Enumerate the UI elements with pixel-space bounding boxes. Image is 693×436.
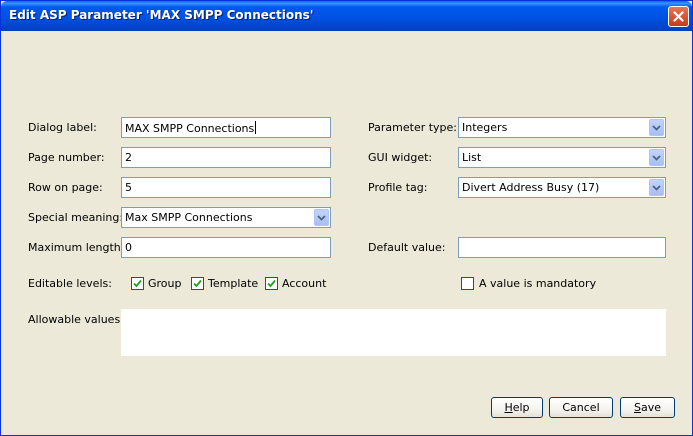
chevron-down-icon bbox=[317, 214, 326, 221]
chevron-down-icon bbox=[652, 154, 661, 161]
parameter-type-select[interactable]: Integers bbox=[458, 117, 666, 138]
default-value-input[interactable] bbox=[458, 237, 666, 258]
dialog-label-label: Dialog label: bbox=[28, 121, 97, 134]
gui-widget-label: GUI widget: bbox=[368, 151, 433, 164]
window-title: Edit ASP Parameter 'MAX SMPP Connections… bbox=[9, 8, 314, 22]
gui-widget-select[interactable]: List bbox=[458, 147, 666, 168]
gui-widget-value: List bbox=[462, 151, 482, 164]
text-caret bbox=[255, 121, 257, 134]
maximum-length-value: 0 bbox=[125, 241, 132, 254]
gui-widget-dropdown-button[interactable] bbox=[649, 149, 664, 166]
dialog-window: Edit ASP Parameter 'MAX SMPP Connections… bbox=[0, 0, 693, 436]
account-checkbox-label[interactable]: Account bbox=[282, 277, 326, 291]
row-on-page-label: Row on page: bbox=[28, 181, 103, 194]
group-checkbox-label[interactable]: Group bbox=[148, 277, 182, 291]
chevron-down-icon bbox=[652, 184, 661, 191]
mandatory-checkbox[interactable] bbox=[461, 277, 474, 290]
allowable-values-textarea[interactable] bbox=[121, 309, 666, 356]
row-on-page-input[interactable]: 5 bbox=[121, 177, 331, 198]
special-meaning-value: Max SMPP Connections bbox=[125, 211, 253, 224]
special-meaning-select[interactable]: Max SMPP Connections bbox=[121, 207, 331, 228]
save-button-label: Save bbox=[633, 400, 661, 414]
profile-tag-dropdown-button[interactable] bbox=[649, 179, 664, 196]
parameter-type-dropdown-button[interactable] bbox=[649, 119, 664, 136]
group-checkbox[interactable] bbox=[131, 277, 144, 290]
page-number-label: Page number: bbox=[28, 151, 105, 164]
account-checkbox[interactable] bbox=[265, 277, 278, 290]
default-value-label: Default value: bbox=[368, 241, 446, 254]
checkmark-icon bbox=[193, 279, 202, 288]
maximum-length-label: Maximum length: bbox=[28, 241, 125, 254]
save-button[interactable]: Save bbox=[620, 397, 675, 418]
chevron-down-icon bbox=[652, 124, 661, 131]
dialog-label-input[interactable]: MAX SMPP Connections bbox=[121, 117, 331, 138]
close-icon bbox=[673, 11, 684, 22]
special-meaning-dropdown-button[interactable] bbox=[314, 209, 329, 226]
parameter-type-label: Parameter type: bbox=[368, 121, 458, 134]
mandatory-checkbox-label[interactable]: A value is mandatory bbox=[479, 277, 596, 291]
title-bar[interactable]: Edit ASP Parameter 'MAX SMPP Connections… bbox=[1, 1, 692, 31]
row-on-page-value: 5 bbox=[125, 181, 132, 194]
checkmark-icon bbox=[267, 279, 276, 288]
help-button-label: Help bbox=[504, 400, 530, 414]
profile-tag-label: Profile tag: bbox=[368, 181, 428, 194]
cancel-button[interactable]: Cancel bbox=[549, 397, 613, 418]
close-button[interactable] bbox=[668, 6, 689, 27]
help-button[interactable]: Help bbox=[491, 397, 543, 418]
cancel-button-label: Cancel bbox=[562, 400, 600, 414]
dialog-label-value: MAX SMPP Connections bbox=[125, 122, 255, 135]
template-checkbox-label[interactable]: Template bbox=[208, 277, 258, 291]
editable-levels-label: Editable levels: bbox=[28, 277, 112, 290]
checkmark-icon bbox=[133, 279, 142, 288]
template-checkbox[interactable] bbox=[191, 277, 204, 290]
maximum-length-input[interactable]: 0 bbox=[121, 237, 331, 258]
page-number-value: 2 bbox=[125, 151, 132, 164]
special-meaning-label: Special meaning: bbox=[28, 211, 124, 224]
allowable-values-label: Allowable values: bbox=[28, 313, 124, 326]
page-number-input[interactable]: 2 bbox=[121, 147, 331, 168]
profile-tag-select[interactable]: Divert Address Busy (17) bbox=[458, 177, 666, 198]
profile-tag-value: Divert Address Busy (17) bbox=[462, 181, 600, 194]
parameter-type-value: Integers bbox=[462, 121, 508, 134]
